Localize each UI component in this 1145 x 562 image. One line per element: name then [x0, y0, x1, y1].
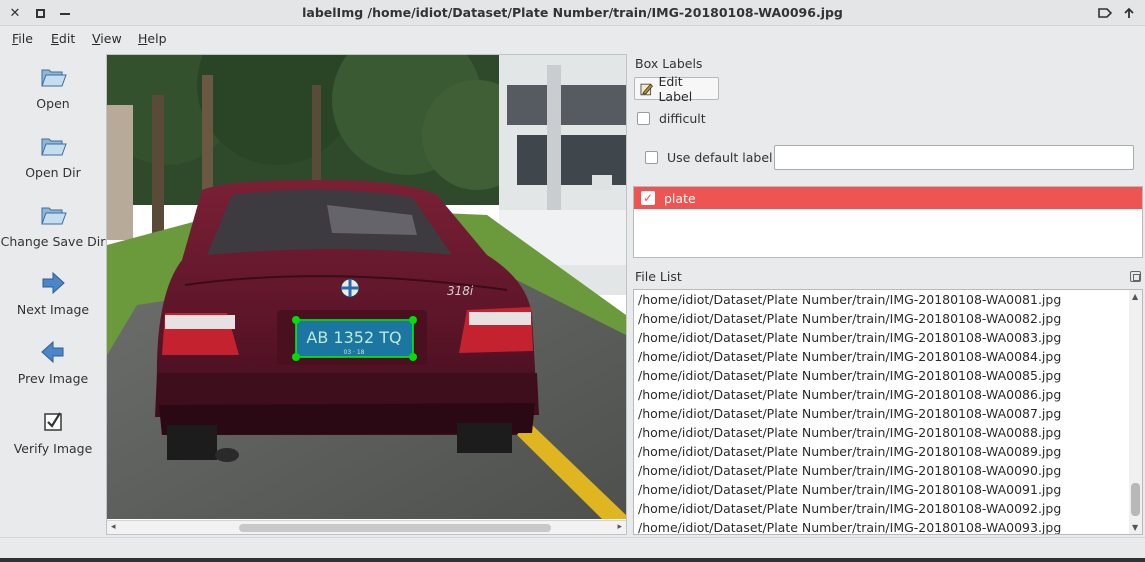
status-bar: [0, 537, 1145, 562]
scroll-down-icon[interactable]: ▼: [1132, 523, 1138, 532]
open-button[interactable]: Open: [0, 62, 106, 111]
image-canvas[interactable]: 318i AB 1352 TQ 03 · 18: [106, 54, 627, 535]
file-list-item[interactable]: /home/idiot/Dataset/Plate Number/train/I…: [634, 423, 1130, 442]
title-bar: ✕ labelImg /home/idiot/Dataset/Plate Num…: [0, 0, 1145, 26]
window-title: labelImg /home/idiot/Dataset/Plate Numbe…: [302, 5, 843, 20]
toolbar: Open Open Dir Change Save Dir Next Image…: [0, 52, 106, 537]
arrow-left-icon: [41, 340, 64, 364]
menu-view[interactable]: View: [92, 31, 122, 46]
label-list[interactable]: ✓ plate: [633, 186, 1143, 258]
open-label: Open: [36, 96, 70, 111]
edit-label-button[interactable]: Edit Label: [634, 74, 719, 104]
keep-above-icon[interactable]: [1120, 4, 1138, 22]
verify-image-button[interactable]: Verify Image: [0, 407, 106, 456]
open-dir-label: Open Dir: [25, 165, 81, 180]
file-list-item[interactable]: /home/idiot/Dataset/Plate Number/train/I…: [634, 404, 1130, 423]
arrow-right-icon: [42, 271, 65, 295]
folder-open-icon: [41, 207, 67, 225]
file-list-item[interactable]: /home/idiot/Dataset/Plate Number/train/I…: [634, 480, 1130, 499]
open-dir-button[interactable]: Open Dir: [0, 131, 106, 180]
label-item-text: plate: [664, 190, 696, 206]
box-handle-bottom-right[interactable]: [409, 353, 417, 361]
change-save-dir-button[interactable]: Change Save Dir: [0, 200, 106, 249]
folder-open-icon: [41, 138, 67, 156]
canvas-horizontal-scrollbar[interactable]: ◂ ▸: [107, 520, 626, 534]
file-list-scrollbar[interactable]: ▲ ▼: [1129, 290, 1142, 534]
box-labels-title: Box Labels: [635, 56, 703, 71]
bounding-box[interactable]: [295, 319, 414, 358]
scroll-up-icon[interactable]: ▲: [1132, 292, 1138, 301]
right-dock: Box Labels Edit Label difficult Use defa…: [628, 52, 1145, 537]
file-list-title: File List: [635, 269, 682, 284]
file-list-item[interactable]: /home/idiot/Dataset/Plate Number/train/I…: [634, 347, 1130, 366]
box-handle-bottom-left[interactable]: [292, 353, 300, 361]
file-list-item[interactable]: /home/idiot/Dataset/Plate Number/train/I…: [634, 328, 1130, 347]
label-checkbox-checked[interactable]: ✓: [641, 191, 655, 205]
edit-icon: [640, 83, 654, 95]
use-default-label-row[interactable]: Use default label: [645, 150, 773, 165]
file-list-item[interactable]: /home/idiot/Dataset/Plate Number/train/I…: [634, 518, 1130, 534]
car-photo[interactable]: 318i AB 1352 TQ 03 · 18: [107, 55, 626, 519]
file-list-item[interactable]: /home/idiot/Dataset/Plate Number/train/I…: [634, 385, 1130, 404]
difficult-checkbox-row[interactable]: difficult: [637, 111, 706, 126]
difficult-checkbox[interactable]: [637, 112, 650, 125]
difficult-label: difficult: [659, 111, 706, 126]
status-bottom-edge: [0, 558, 1145, 562]
box-handle-top-right[interactable]: [409, 316, 417, 324]
use-default-label-text: Use default label: [667, 150, 773, 165]
label-item-plate[interactable]: ✓ plate: [634, 187, 1142, 209]
next-image-label: Next Image: [16, 302, 90, 317]
menu-file[interactable]: File: [12, 31, 33, 46]
file-list-item[interactable]: /home/idiot/Dataset/Plate Number/train/I…: [634, 290, 1130, 309]
next-image-button[interactable]: Next Image: [0, 268, 106, 317]
file-list-item[interactable]: /home/idiot/Dataset/Plate Number/train/I…: [634, 366, 1130, 385]
tag-icon[interactable]: [1096, 4, 1114, 22]
prev-image-button[interactable]: Prev Image: [0, 337, 106, 386]
checkbox-icon: [44, 412, 62, 431]
file-list-item[interactable]: /home/idiot/Dataset/Plate Number/train/I…: [634, 309, 1130, 328]
prev-image-label: Prev Image: [17, 371, 89, 386]
menu-help[interactable]: Help: [138, 31, 167, 46]
file-list[interactable]: /home/idiot/Dataset/Plate Number/train/I…: [633, 289, 1143, 535]
change-save-dir-label: Change Save Dir: [0, 234, 106, 249]
verify-image-label: Verify Image: [13, 441, 93, 456]
file-list-item[interactable]: /home/idiot/Dataset/Plate Number/train/I…: [634, 499, 1130, 518]
box-handle-top-left[interactable]: [292, 316, 300, 324]
menu-edit[interactable]: Edit: [51, 31, 75, 46]
edit-label-text: Edit Label: [658, 73, 693, 104]
canvas-scroll-thumb[interactable]: [239, 524, 551, 532]
use-default-label-checkbox[interactable]: [645, 151, 658, 164]
undock-icon[interactable]: [1130, 271, 1141, 282]
file-list-scroll-thumb[interactable]: [1131, 483, 1140, 516]
scroll-left-icon[interactable]: ◂: [111, 522, 116, 532]
menu-bar: File Edit View Help: [0, 27, 1145, 50]
car-badge-text: 318i: [447, 284, 474, 298]
default-label-input[interactable]: [774, 145, 1134, 170]
folder-open-icon: [41, 69, 67, 87]
file-list-item[interactable]: /home/idiot/Dataset/Plate Number/train/I…: [634, 442, 1130, 461]
scroll-right-icon[interactable]: ▸: [617, 522, 622, 532]
file-list-item[interactable]: /home/idiot/Dataset/Plate Number/train/I…: [634, 461, 1130, 480]
